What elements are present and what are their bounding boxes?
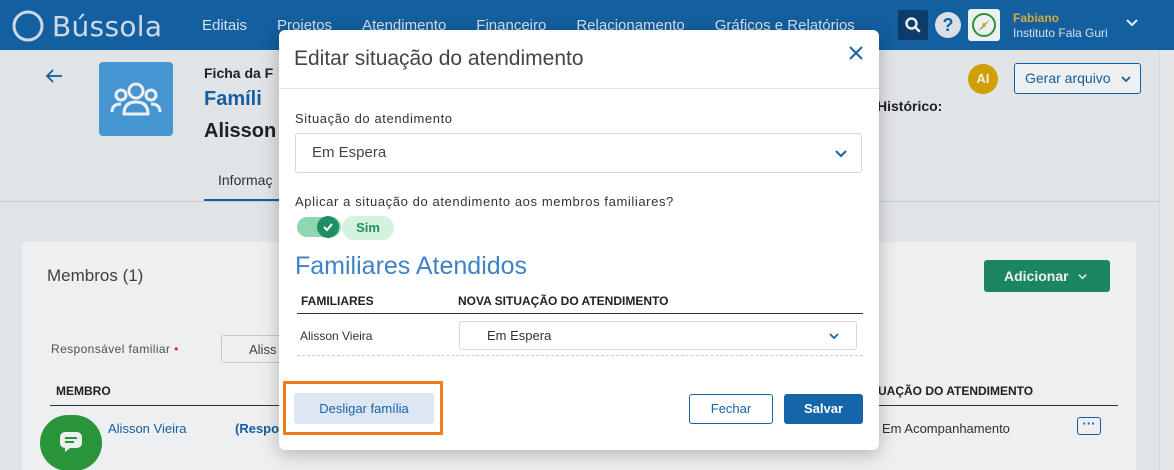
modal-title: Editar situação do atendimento xyxy=(294,47,584,70)
desligar-familia-button[interactable]: Desligar família xyxy=(294,393,434,424)
familiar-name: Alisson Vieira xyxy=(300,329,373,343)
familiar-situacao-value: Em Espera xyxy=(487,328,552,343)
modal-header-divider xyxy=(279,88,879,89)
fechar-button[interactable]: Fechar xyxy=(689,394,773,424)
column-header-nova-situacao: NOVA SITUAÇÃO DO ATENDIMENTO xyxy=(458,294,669,308)
apply-members-label: Aplicar a situação do atendimento aos me… xyxy=(295,194,674,209)
check-icon xyxy=(323,223,333,232)
familiar-situacao-select[interactable]: Em Espera xyxy=(459,321,857,350)
chevron-down-icon xyxy=(829,333,839,340)
toggle-knob xyxy=(317,216,339,238)
edit-situacao-modal: Editar situação do atendimento Situação … xyxy=(279,30,879,450)
situacao-select-value: Em Espera xyxy=(312,144,387,161)
familiares-header-divider xyxy=(297,313,863,314)
column-header-familiares: FAMILIARES xyxy=(301,294,374,308)
apply-members-toggle[interactable] xyxy=(297,216,341,238)
situacao-label: Situação do atendimento xyxy=(295,111,453,126)
salvar-button[interactable]: Salvar xyxy=(784,394,863,424)
close-icon[interactable] xyxy=(848,45,864,61)
familiares-heading: Familiares Atendidos xyxy=(295,252,528,280)
chevron-down-icon xyxy=(835,150,847,158)
familiares-row-divider xyxy=(297,355,863,356)
toggle-status-badge: Sim xyxy=(342,216,394,240)
situacao-select[interactable]: Em Espera xyxy=(295,133,862,173)
